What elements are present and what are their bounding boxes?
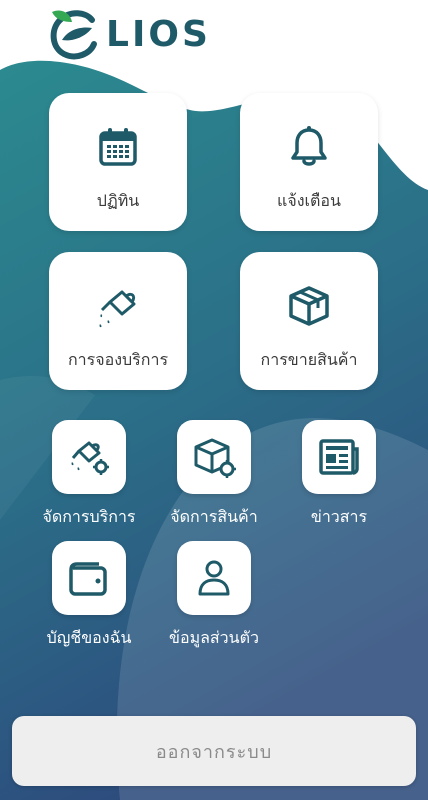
tile-manage-services[interactable] (52, 420, 126, 494)
tile-manage-products[interactable] (177, 420, 251, 494)
bell-icon (291, 126, 327, 166)
logout-button[interactable]: ออกจากระบบ (12, 716, 416, 786)
wallet-icon (69, 562, 107, 596)
tile-news[interactable] (302, 420, 376, 494)
tile-profile[interactable] (177, 541, 251, 615)
app-logo: LIOS (46, 6, 211, 62)
home-screen: LIOS ปฏิทิน แจ้งเตือน การจองบริการ การขา… (0, 0, 428, 800)
tile-manage-services-label: จัดการบริการ (42, 507, 136, 526)
calendar-icon (99, 128, 137, 166)
tile-profile-label: ข้อมูลส่วนตัว (169, 628, 259, 647)
tile-product-sales[interactable]: การขายสินค้า (240, 252, 378, 390)
tile-my-account-label: บัญชีของฉัน (46, 628, 132, 647)
tile-booking-label: การจองบริการ (67, 350, 169, 369)
tile-notifications-label: แจ้งเตือน (277, 191, 341, 210)
tile-calendar-label: ปฏิทิน (96, 191, 140, 210)
tile-notifications[interactable]: แจ้งเตือน (240, 93, 378, 231)
box-gear-icon (194, 438, 236, 478)
tile-booking[interactable]: การจองบริการ (49, 252, 187, 390)
tile-calendar[interactable]: ปฏิทิน (49, 93, 187, 231)
logo-leaf-icon (50, 10, 97, 60)
tile-product-sales-label: การขายสินค้า (260, 350, 358, 369)
logo-text: LIOS (106, 13, 211, 55)
newspaper-icon (319, 439, 359, 475)
watering-can-gear-icon (71, 441, 109, 475)
tile-manage-products-label: จัดการสินค้า (170, 507, 258, 526)
box-icon (289, 286, 329, 326)
watering-can-icon (99, 290, 136, 328)
user-icon (198, 560, 230, 596)
tile-my-account[interactable] (52, 541, 126, 615)
tile-news-label: ข่าวสาร (310, 507, 368, 526)
